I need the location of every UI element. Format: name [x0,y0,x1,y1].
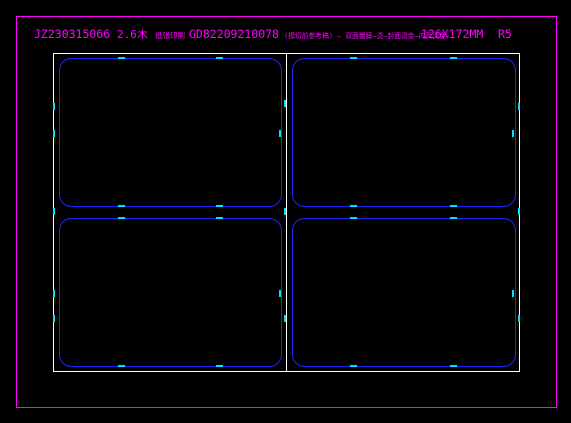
order-code: GD82209210078 [189,27,279,41]
nick-mark [118,217,125,219]
nick-mark [450,365,457,367]
nick-mark [216,365,223,367]
print-note: 纸张印刷 [155,30,185,40]
nick-mark [216,217,223,219]
cad-drawing: JZ230315066 2.6木 纸张印刷 GD82209210078 (模切前… [16,16,557,408]
nick-mark [518,208,520,215]
thickness: 2.6木 [117,28,148,41]
nick-mark [118,57,125,59]
nick-mark [53,208,55,215]
nick-mark [216,57,223,59]
nick-mark [53,315,55,322]
nick-mark [216,205,223,207]
die-panel-bottom-right [292,218,516,367]
nick-mark [450,205,457,207]
nick-mark [518,103,520,110]
nick-mark [350,205,357,207]
job-code: JZ230315066 [34,27,110,41]
nick-mark [518,315,520,322]
nick-mark [118,365,125,367]
die-panel-top-right [292,58,516,207]
nick-mark [53,290,55,297]
size-label: 126X172MM [421,27,483,41]
nick-mark [279,130,281,137]
nick-mark [53,130,55,137]
nick-mark [350,365,357,367]
nick-mark [450,217,457,219]
nick-mark [118,205,125,207]
nick-mark [284,208,286,215]
nick-mark [53,103,55,110]
nick-mark [450,57,457,59]
nick-mark [284,315,286,322]
nick-mark [350,217,357,219]
nick-mark [279,290,281,297]
nick-mark [512,130,514,137]
die-panel-top-left [59,58,282,207]
nick-mark [350,57,357,59]
die-panel-bottom-left [59,218,282,367]
nick-mark [284,100,286,107]
nick-mark [512,290,514,297]
revision-label: R5 [498,27,512,41]
